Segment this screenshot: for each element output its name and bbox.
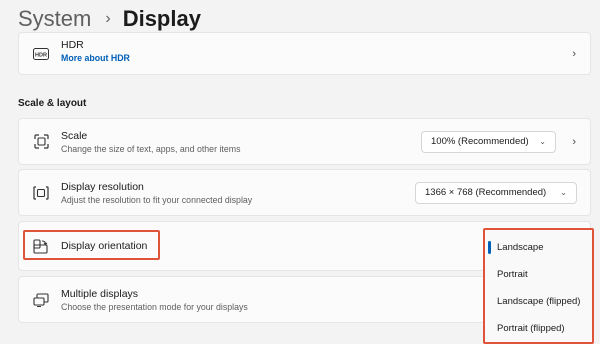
scale-select-value: 100% (Recommended) xyxy=(431,136,529,147)
orientation-option-landscape[interactable]: Landscape xyxy=(497,242,543,253)
selected-indicator xyxy=(488,241,491,254)
orientation-dropdown[interactable]: Landscape Portrait Landscape (flipped) P… xyxy=(483,228,594,344)
hdr-card[interactable]: HDR HDR More about HDR › xyxy=(18,32,591,75)
orientation-option-portrait-flipped[interactable]: Portrait (flipped) xyxy=(497,323,565,334)
breadcrumb: System › Display xyxy=(18,4,201,34)
multiple-displays-icon xyxy=(33,292,49,308)
breadcrumb-separator: › xyxy=(105,10,111,27)
resolution-select-value: 1366 × 768 (Recommended) xyxy=(425,187,547,198)
resolution-title: Display resolution xyxy=(61,181,144,193)
multiple-displays-title: Multiple displays xyxy=(61,288,139,300)
more-about-hdr-link[interactable]: More about HDR xyxy=(61,53,130,63)
resolution-select[interactable]: 1366 × 768 (Recommended) ⌄ xyxy=(415,181,577,204)
page-title: Display xyxy=(122,6,201,31)
scale-title: Scale xyxy=(61,130,88,142)
scale-card[interactable]: Scale Change the size of text, apps, and… xyxy=(18,118,591,165)
scale-icon xyxy=(33,134,49,150)
resolution-icon xyxy=(33,185,49,201)
section-scale-layout: Scale & layout xyxy=(18,98,87,109)
chevron-right-icon[interactable]: › xyxy=(572,136,576,148)
multiple-displays-subtitle: Choose the presentation mode for your di… xyxy=(61,302,248,312)
orientation-highlight xyxy=(23,230,160,260)
hdr-title: HDR xyxy=(61,39,84,51)
chevron-down-icon: ⌄ xyxy=(560,188,567,197)
resolution-subtitle: Adjust the resolution to fit your connec… xyxy=(61,195,253,205)
resolution-card[interactable]: Display resolution Adjust the resolution… xyxy=(18,169,591,216)
orientation-option-portrait[interactable]: Portrait xyxy=(497,269,528,280)
scale-subtitle: Change the size of text, apps, and other… xyxy=(61,144,241,154)
scale-select[interactable]: 100% (Recommended) ⌄ xyxy=(421,130,556,153)
chevron-right-icon[interactable]: › xyxy=(572,48,576,60)
chevron-down-icon: ⌄ xyxy=(539,137,546,146)
hdr-icon: HDR xyxy=(33,46,49,62)
svg-text:HDR: HDR xyxy=(35,52,47,58)
breadcrumb-system[interactable]: System xyxy=(18,6,91,32)
orientation-option-landscape-flipped[interactable]: Landscape (flipped) xyxy=(497,296,580,307)
